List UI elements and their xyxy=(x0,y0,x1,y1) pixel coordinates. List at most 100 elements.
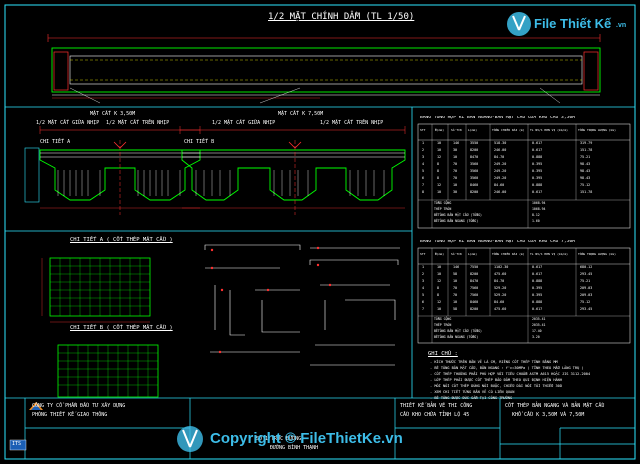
table1-cell: 98.43 xyxy=(580,162,591,166)
table1-cell: 8200 xyxy=(470,190,479,194)
table2-cell: 0.617 xyxy=(532,272,543,276)
table2-cell: 0.888 xyxy=(532,279,543,283)
table2-cell: 680.12 xyxy=(580,265,593,269)
table2-header-cell: Số TCK xyxy=(451,252,462,256)
table1-cell: 151.78 xyxy=(580,148,593,152)
table2-cell: 1102.30 xyxy=(494,265,509,269)
table1-cell: 30 xyxy=(453,190,458,194)
table1-cell: 2 xyxy=(422,148,425,152)
note-item: - XEM CHI TIẾT TỪNG BẢN VẼ CÓ LIÊN QUAN xyxy=(430,390,515,394)
table2-cell: 3 xyxy=(422,279,425,283)
table2-total-value: 2035.41 xyxy=(532,317,546,321)
table1-cell: 0.617 xyxy=(532,148,543,152)
company-department: PHÒNG THIẾT KẾ GIAO THÔNG xyxy=(32,412,108,418)
table1-header-cell: Φ(mm) xyxy=(435,128,445,132)
logo-text: ITS xyxy=(12,441,22,447)
table1-cell: 0.617 xyxy=(532,141,543,145)
table1-cell: 98.43 xyxy=(580,169,591,173)
note-item: - BÊ TÔNG ĐƯỢC ĐÚC SẴN TẠI CÔNG TRƯỜNG xyxy=(430,396,513,400)
table1-header-cell: TỔNG TRỌNG LƯỢNG (kG) xyxy=(578,128,616,132)
section-left-title: MẶT CẮT K 3,50M xyxy=(90,111,136,117)
table1-header-cell: L(mm) xyxy=(468,128,478,132)
table1-cell: 84.70 xyxy=(494,155,505,159)
table2-cell: 8460 xyxy=(470,300,479,304)
table2-cell: 0.888 xyxy=(532,300,543,304)
table2-cell: 209.03 xyxy=(580,293,593,297)
table2-cell: 7560 xyxy=(470,286,479,290)
table1-title: BẢNG TỔNG HỢP KL BẢN NGANG-BẢN MẶT CẦU C… xyxy=(420,116,575,120)
table1-cell: 70 xyxy=(453,162,458,166)
table1-header-cell: STT xyxy=(420,128,426,132)
table1-cell: 249.20 xyxy=(494,176,507,180)
table2-cell: 293.45 xyxy=(580,272,593,276)
table2-cell: 10 xyxy=(437,265,442,269)
table1-cell: 10 xyxy=(437,141,442,145)
note-item: - MỐI NỐI CỐT THÉP DÙNG NỐI BUỘC, CHIỀU … xyxy=(430,384,562,388)
table1-cell: 319.79 xyxy=(580,141,593,145)
table1-cell: 0.395 xyxy=(532,169,543,173)
table2-cell: 0.617 xyxy=(532,307,543,311)
table1-cell: 8460 xyxy=(470,183,479,187)
notes-title: GHI CHÚ : xyxy=(428,351,458,357)
table2-cell: 7550 xyxy=(470,265,479,269)
table2-header-cell: TL NV/1 ĐƠN VỊ (kG/m) xyxy=(530,252,568,256)
main-title: 1/2 MẶT CHÍNH DẦM (TL 1/50) xyxy=(268,12,415,22)
table1-cell: 0.617 xyxy=(532,190,543,194)
table1-cell: 8470 xyxy=(470,155,479,159)
table1-cell: 4 xyxy=(422,162,425,166)
table2-cell: 146 xyxy=(453,265,460,269)
table2-cell: 10 xyxy=(453,300,458,304)
watermark-bottom: Copyright © FileThietKe.vn xyxy=(210,430,403,447)
table2-cell: 0.617 xyxy=(532,265,543,269)
table1-cell: 3560 xyxy=(470,162,479,166)
table2-cell: 8470 xyxy=(470,279,479,283)
table1-cell: 146 xyxy=(453,141,460,145)
section-left-sub-right: 1/2 MẶT CẮT TRÊN NHỊP xyxy=(106,120,170,126)
table2-cell: 10 xyxy=(453,279,458,283)
section-left-detail-label: CHI TIẾT A xyxy=(40,139,71,145)
table1-cell: 8 xyxy=(437,169,440,173)
table1-cell: 246.00 xyxy=(494,148,507,152)
table1-cell: 518.30 xyxy=(494,141,507,145)
table1-cell: 3 xyxy=(422,155,425,159)
section-right-sub-right: 1/2 MẶT CẮT TRÊN NHỊP xyxy=(320,120,384,126)
table2-cell: 84.60 xyxy=(494,300,505,304)
table2-header-cell: TỔNG CHIỀU DÀI (m) xyxy=(492,252,525,256)
section-left-sub-left: 1/2 MẶT CẮT GIỮA NHỊP xyxy=(36,120,100,126)
table2-cell: 0.395 xyxy=(532,286,543,290)
section-right-sub-left: 1/2 MẶT CẮT GIỮA NHỊP xyxy=(212,120,276,126)
table1-cell: 0.888 xyxy=(532,155,543,159)
table2-header-cell: STT xyxy=(420,252,426,256)
table2-total-value: 2035.41 xyxy=(532,323,546,327)
table1-cell: 246.00 xyxy=(494,190,507,194)
table1-cell: 249.20 xyxy=(494,162,507,166)
table2-cell: 8200 xyxy=(470,272,479,276)
table2-cell: 0.395 xyxy=(532,293,543,297)
table2-total-label: TỔNG CỘNG xyxy=(434,317,452,321)
table1-cell: 12 xyxy=(437,183,442,187)
table1-cell: 8200 xyxy=(470,148,479,152)
table2-header-cell: TỔNG TRỌNG LƯỢNG (kG) xyxy=(578,252,616,256)
project-name: THIẾT KẾ BẢN VẼ THI CÔNG xyxy=(400,403,473,409)
table2-total-label: BÊTÔNG BẢN MẶT CẦU (TỔNG) xyxy=(434,329,482,333)
table1-total-value: 8.12 xyxy=(532,213,540,217)
table1-cell: 0.395 xyxy=(532,162,543,166)
watermark-logo-bottom xyxy=(177,426,203,452)
table2-cell: 70 xyxy=(453,293,458,297)
table1-cell: 8 xyxy=(437,162,440,166)
table2-total-value: 3.20 xyxy=(532,335,540,339)
table1-cell: 151.78 xyxy=(580,190,593,194)
watermark-logo-top xyxy=(507,12,531,36)
table1-cell: 8 xyxy=(422,190,425,194)
table1-cell: 6 xyxy=(422,176,425,180)
table2-cell: 8 xyxy=(437,293,440,297)
table1-total-label: BÊTÔNG BẢN NGANG (TỔNG) xyxy=(434,219,479,223)
note-item: - CỐT THÉP THƯỜNG PHẢI PHÙ HỢP VỚI TIÊU … xyxy=(430,372,591,376)
table2-total-label: THÉP TRÒN xyxy=(434,323,452,327)
table1-cell: 75.12 xyxy=(580,183,591,187)
note-item: - LỚP THÉP PHẢI ĐƯỢC CỐT THÉP BẢO ĐẢM TH… xyxy=(430,378,562,382)
table2-cell: 8200 xyxy=(470,307,479,311)
drawing-title-2: KHỔ CẦU K 3,50M VÀ 7,50M xyxy=(512,412,585,418)
table1-cell: 5 xyxy=(422,169,425,173)
table2-cell: 12 xyxy=(437,279,442,283)
